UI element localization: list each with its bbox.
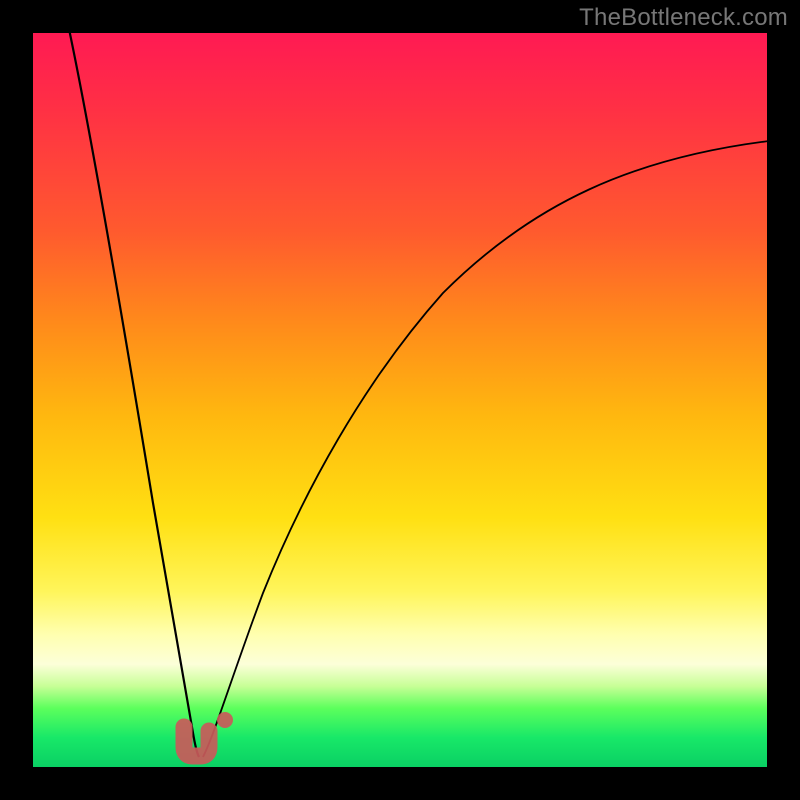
chart-svg [33,33,767,767]
outer-frame: TheBottleneck.com [0,0,800,800]
optimal-marker-dot [217,712,233,728]
plot-area [33,33,767,767]
curve-left-branch [69,33,199,757]
watermark-text: TheBottleneck.com [579,4,788,32]
curve-right-branch [203,141,767,757]
optimal-marker-u [184,727,209,756]
